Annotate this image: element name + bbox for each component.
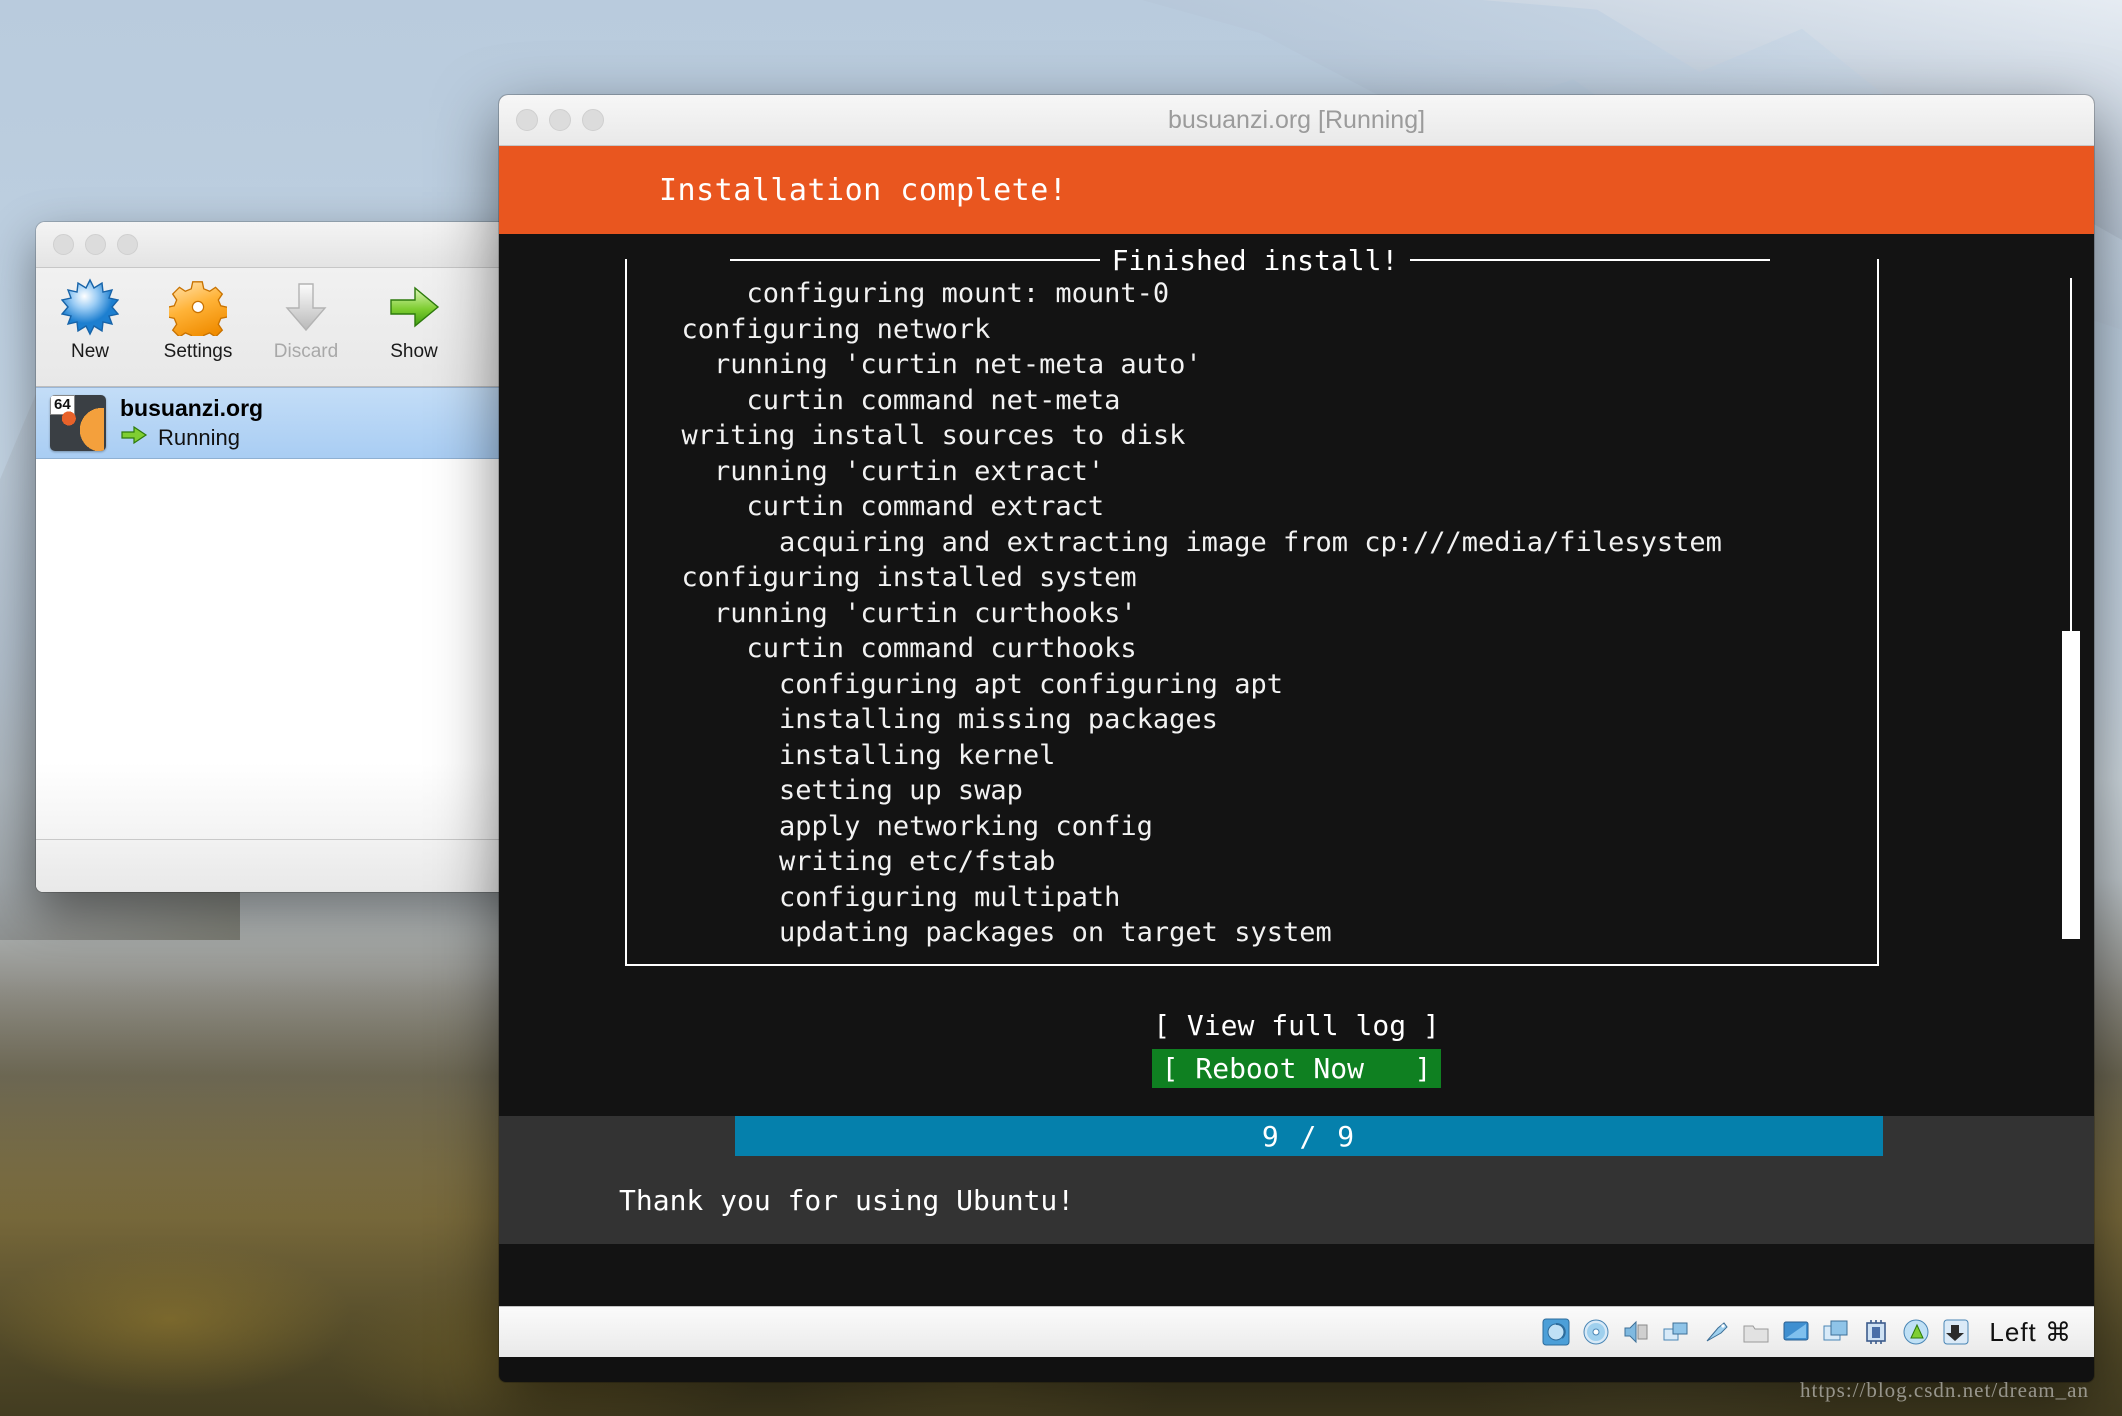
log-line: apply networking config xyxy=(649,810,1153,842)
vm-titlebar[interactable]: busuanzi.org [Running] xyxy=(499,95,2094,146)
optical-disk-icon[interactable] xyxy=(1581,1317,1611,1347)
log-scrollbar-line xyxy=(2070,278,2072,633)
discard-label: Discard xyxy=(273,341,339,362)
gear-icon xyxy=(169,276,227,338)
installer-footer-text: Thank you for using Ubuntu! xyxy=(619,1183,1075,1217)
log-line: installing missing packages xyxy=(649,704,1218,735)
vm-meta: busuanzi.org Running xyxy=(120,395,263,452)
log-line: running 'curtin net-meta auto' xyxy=(649,349,1202,380)
new-vm-label: New xyxy=(70,341,109,362)
log-line: configuring network xyxy=(649,313,991,345)
vm-close-button[interactable] xyxy=(516,109,538,131)
progress-bar-fill: 9 / 9 xyxy=(735,1116,1883,1156)
usb-icon[interactable] xyxy=(1701,1317,1731,1347)
display-icon[interactable] xyxy=(1781,1317,1811,1347)
log-line: installing kernel xyxy=(649,739,1056,771)
show-label: Show xyxy=(390,341,438,362)
installer-log[interactable]: configuring mount: mount-0 configuring n… xyxy=(649,276,1809,948)
vm-name: busuanzi.org xyxy=(120,394,264,421)
log-line: updating packages on target system xyxy=(649,917,1332,948)
reboot-now-button[interactable]: [ Reboot Now ] xyxy=(1151,1049,1442,1088)
shared-folders-icon[interactable] xyxy=(1741,1317,1771,1347)
progress-bar-text: 9 / 9 xyxy=(1261,1119,1357,1153)
remote-desktop-icon[interactable] xyxy=(1821,1317,1851,1347)
log-line: running 'curtin curthooks' xyxy=(649,597,1137,629)
installer-buttons: [ View full log ] [ Reboot Now ] xyxy=(499,1006,2094,1088)
host-key-icon[interactable] xyxy=(1901,1317,1931,1347)
log-line: configuring apt configuring apt xyxy=(649,668,1283,700)
log-line: setting up swap xyxy=(649,775,1023,806)
log-line: writing install sources to disk xyxy=(649,420,1186,451)
installer-header: Installation complete! xyxy=(499,146,2094,234)
vm-state-label: Running xyxy=(158,424,240,450)
installer-footer: Thank you for using Ubuntu! xyxy=(499,1156,2094,1244)
log-line: writing etc/fstab xyxy=(649,846,1056,877)
cpu-icon[interactable] xyxy=(1861,1317,1891,1347)
network-icon[interactable] xyxy=(1661,1317,1691,1347)
green-arrow-icon xyxy=(120,424,148,452)
vm-state: Running xyxy=(120,424,263,452)
view-full-log-button[interactable]: [ View full log ] xyxy=(1143,1006,1450,1045)
log-line: configuring mount: mount-0 xyxy=(649,278,1170,309)
ubuntu-installer-screen: Installation complete! Finished install!… xyxy=(499,146,2094,1306)
down-arrow-icon xyxy=(277,276,335,338)
settings-button[interactable]: Settings xyxy=(144,276,252,363)
log-line: curtin command extract xyxy=(649,491,1105,522)
ubuntu-logo-icon xyxy=(60,407,104,451)
watermark-text: https://blog.csdn.net/dream_an xyxy=(1800,1378,2089,1402)
log-line: configuring multipath xyxy=(649,881,1121,913)
vm-window[interactable]: busuanzi.org [Running] Installation comp… xyxy=(499,95,2094,1382)
audio-icon[interactable] xyxy=(1621,1317,1651,1347)
zoom-button[interactable] xyxy=(117,234,138,255)
capture-icon[interactable] xyxy=(1941,1317,1971,1347)
log-scrollbar-thumb[interactable] xyxy=(2062,631,2080,939)
log-line: curtin command curthooks xyxy=(649,633,1137,664)
new-vm-button[interactable]: New xyxy=(36,276,144,363)
show-button[interactable]: Show xyxy=(360,276,468,363)
installer-header-text: Installation complete! xyxy=(659,172,1068,208)
right-arrow-icon xyxy=(385,276,443,338)
vm-window-title: busuanzi.org [Running] xyxy=(1167,105,1426,134)
host-key-label: Left ⌘ xyxy=(1989,1316,2072,1347)
starburst-icon xyxy=(61,276,119,338)
hard-disk-icon[interactable] xyxy=(1541,1317,1571,1347)
vm-thumbnail: 64 xyxy=(50,395,106,451)
progress-bar: 9 / 9 xyxy=(499,1116,2094,1156)
close-button[interactable] xyxy=(53,234,74,255)
log-line: curtin command net-meta xyxy=(649,384,1121,416)
settings-label: Settings xyxy=(163,341,233,362)
log-line: configuring installed system xyxy=(649,562,1137,593)
log-line: acquiring and extracting image from cp:/… xyxy=(649,526,1722,558)
minimize-button[interactable] xyxy=(85,234,106,255)
vm-statusbar: Left ⌘ xyxy=(499,1306,2094,1357)
discard-button[interactable]: Discard xyxy=(252,276,360,363)
log-line: running 'curtin extract' xyxy=(649,455,1105,487)
vm-minimize-button[interactable] xyxy=(549,109,571,131)
vm-zoom-button[interactable] xyxy=(582,109,604,131)
